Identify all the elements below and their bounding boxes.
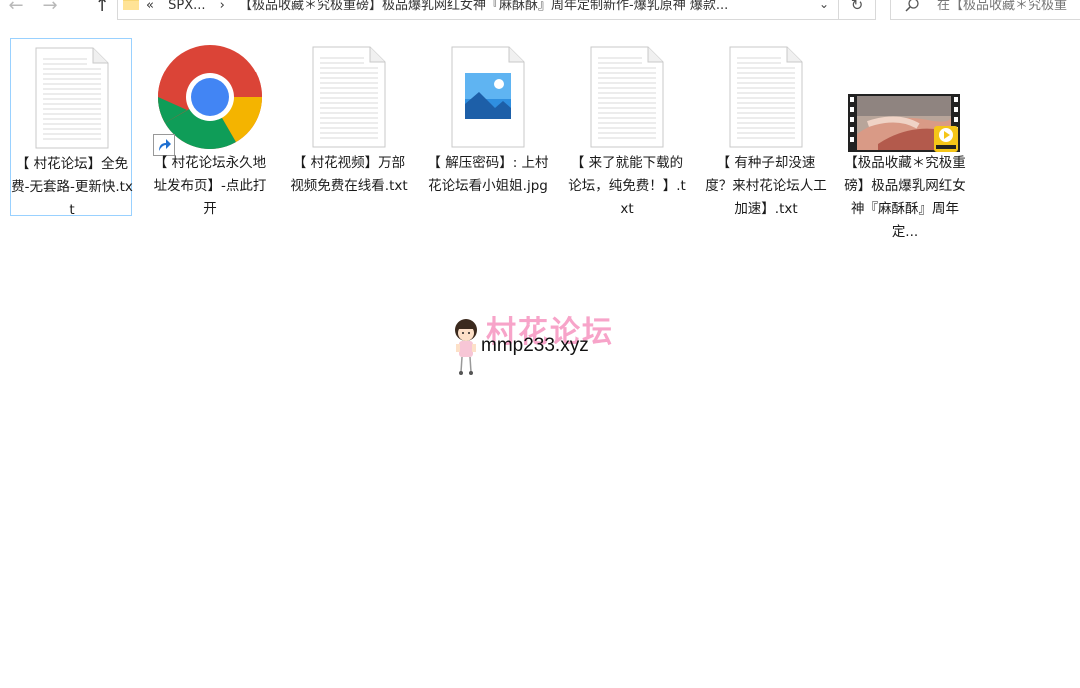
breadcrumb-item-spx[interactable]: SPX...: [168, 0, 205, 13]
text-document-icon: [35, 47, 109, 149]
text-document-icon: [729, 46, 803, 148]
chevron-down-icon: ⌄: [818, 0, 830, 11]
forward-button[interactable]: →: [40, 0, 60, 18]
file-item-video[interactable]: 【极品收藏＊究极重磅】极品爆乳网红女神『麻酥酥』周年定...: [844, 38, 966, 240]
file-thumbnail: [11, 43, 133, 151]
file-name: 【极品收藏＊究极重磅】极品爆乳网红女神『麻酥酥』周年定...: [844, 155, 966, 240]
file-name: 【 村花论坛永久地址发布页】-点此打开: [153, 155, 267, 217]
breadcrumb-separator[interactable]: ›: [220, 0, 225, 13]
file-name: 【 村花论坛】全免费-无套路-更新快.txt: [11, 156, 133, 218]
file-thumbnail: [705, 42, 827, 150]
breadcrumb[interactable]: « SPX... › 【极品收藏＊究极重磅】极品爆乳网红女神『麻酥酥』周年定制新…: [146, 0, 806, 14]
navigation-bar: ← → ↑ « SPX... › 【极品收藏＊究极重磅】极品爆乳网红女神『麻酥酥…: [0, 0, 1080, 22]
back-button[interactable]: ←: [6, 0, 26, 18]
file-thumbnail: [844, 42, 966, 152]
file-item-jpg[interactable]: 【 解压密码】: 上村花论坛看小姐姐.jpg: [427, 38, 549, 216]
file-item-txt-speed[interactable]: 【 有种子却没速度？来村花论坛人工加速】.txt: [705, 38, 827, 217]
file-item-txt-video[interactable]: 【 村花视频】万部视频免费在线看.txt: [288, 38, 410, 216]
file-thumbnail: [427, 42, 549, 150]
file-item-txt-free[interactable]: 【 村花论坛】全免费-无套路-更新快.txt: [10, 38, 133, 218]
up-button[interactable]: ↑: [92, 0, 112, 18]
file-thumbnail: [149, 42, 271, 156]
forward-arrow-icon: →: [42, 0, 58, 16]
text-document-icon: [312, 46, 386, 148]
address-bar[interactable]: « SPX... › 【极品收藏＊究极重磅】极品爆乳网红女神『麻酥酥』周年定制新…: [117, 0, 839, 20]
video-thumbnail-icon: [848, 94, 960, 152]
file-name: 【 来了就能下载的论坛，纯免费！】.txt: [568, 155, 686, 217]
file-item-txt-download[interactable]: 【 来了就能下载的论坛，纯免费！】.txt: [566, 38, 688, 217]
file-name: 【 有种子却没速度？来村花论坛人工加速】.txt: [705, 155, 827, 217]
search-box[interactable]: [890, 0, 1080, 20]
refresh-icon: ↻: [850, 0, 864, 14]
breadcrumb-item-current[interactable]: 【极品收藏＊究极重磅】极品爆乳网红女神『麻酥酥』周年定制新作-爆乳原神 爆款..…: [239, 0, 728, 13]
file-thumbnail: [288, 42, 410, 150]
back-arrow-icon: ←: [8, 0, 24, 16]
file-thumbnail: [566, 42, 688, 150]
text-document-icon: [590, 46, 664, 148]
up-arrow-icon: ↑: [94, 0, 110, 16]
search-icon: [905, 0, 919, 12]
image-file-icon: [451, 46, 525, 148]
cartoon-girl-icon: [455, 319, 477, 375]
file-item-chrome-shortcut[interactable]: 【 村花论坛永久地址发布页】-点此打开: [149, 38, 271, 217]
watermark-url: mmp233.xyz: [481, 335, 589, 356]
folder-icon: [123, 0, 139, 10]
search-input[interactable]: [937, 0, 1080, 13]
refresh-button[interactable]: ↻: [838, 0, 876, 20]
file-name: 【 村花视频】万部视频免费在线看.txt: [290, 155, 408, 194]
breadcrumb-overflow[interactable]: «: [146, 0, 154, 13]
watermark: 村花论坛 mmp233.xyz: [450, 314, 650, 378]
file-name: 【 解压密码】: 上村花论坛看小姐姐.jpg: [427, 155, 549, 194]
address-dropdown-button[interactable]: ⌄: [814, 0, 834, 16]
